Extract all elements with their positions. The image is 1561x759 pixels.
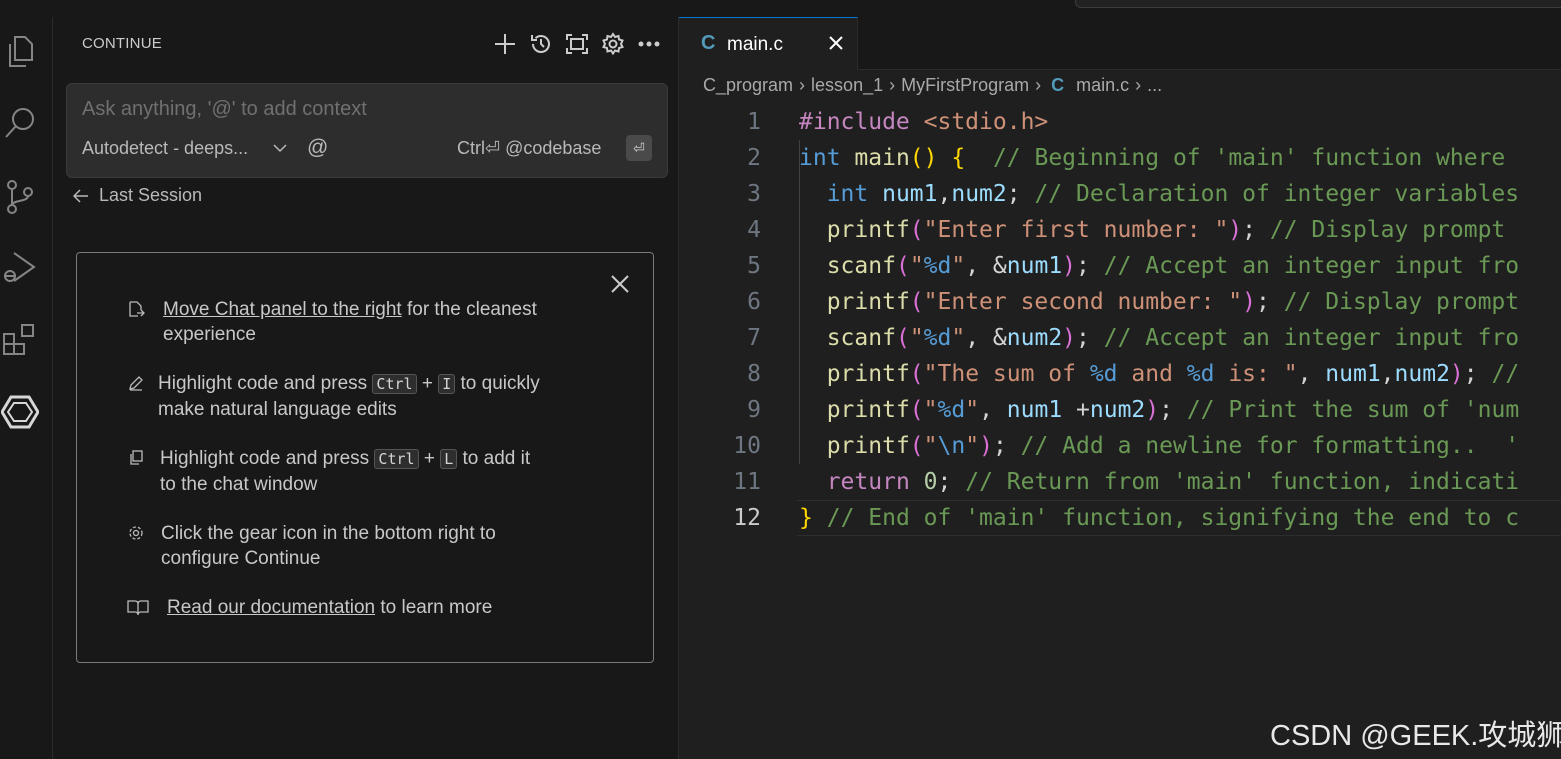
close-icon[interactable] (608, 272, 632, 296)
code-line[interactable]: 12 } // End of 'main' function, signifyin… (679, 500, 1561, 536)
breadcrumb-folder-lesson-1[interactable]: lesson_1 (811, 75, 883, 96)
ctrl-key: Ctrl (372, 374, 417, 394)
l-key: L (440, 449, 458, 469)
c-file-icon: C (1051, 75, 1065, 95)
run-debug-icon[interactable] (0, 247, 40, 287)
gear-icon (602, 32, 624, 56)
breadcrumb: C_program › lesson_1 › MyFirstProgram › … (703, 75, 1162, 96)
model-selector[interactable]: Autodetect - deeps... (82, 138, 248, 159)
code-text: scanf("%d", &num2); // Accept an integer… (826, 325, 1520, 351)
breadcrumb-file-main-c[interactable]: main.c (1076, 75, 1129, 96)
fullscreen-icon (566, 34, 588, 54)
c-file-icon: C (701, 32, 716, 54)
new-session-button[interactable] (487, 31, 523, 57)
code-line[interactable]: 9 printf("%d", num1 +num2); // Print the… (679, 392, 1561, 428)
code-text: printf("Enter first number: "); // Displ… (826, 217, 1506, 243)
command-center[interactable] (1075, 0, 1561, 8)
continue-icon[interactable] (0, 392, 40, 432)
breadcrumb-folder-c-program[interactable]: C_program (703, 75, 793, 96)
line-number: 10 (733, 433, 761, 459)
line-number: 3 (747, 181, 761, 207)
line-number: 7 (747, 325, 761, 351)
code-text: } // End of 'main' function, signifying … (799, 505, 1520, 531)
settings-button[interactable] (595, 31, 631, 57)
code-text: int num1,num2; // Declaration of integer… (826, 181, 1520, 207)
move-panel-link[interactable]: Move Chat panel to the right (163, 299, 402, 320)
chat-input-placeholder: Ask anything, '@' to add context (82, 98, 367, 120)
code-line[interactable]: 4 printf("Enter first number: "); // Dis… (679, 212, 1561, 248)
code-text: printf("The sum of %d and %d is: ", num1… (826, 361, 1520, 387)
history-button[interactable] (523, 31, 559, 57)
ctrl-key: Ctrl (374, 449, 419, 469)
more-actions-button[interactable] (631, 31, 667, 57)
documentation-link[interactable]: Read our documentation (167, 597, 375, 618)
activity-bar (0, 17, 53, 759)
history-icon (531, 35, 550, 53)
codebase-hint: Ctrl⏎ @codebase (457, 138, 602, 158)
source-control-icon[interactable] (0, 177, 40, 217)
code-line[interactable]: 2 int main() { // Beginning of 'main' fun… (679, 140, 1561, 176)
chevron-down-icon[interactable] (273, 143, 287, 153)
last-session-link[interactable]: Last Session (73, 185, 202, 206)
line-number: 11 (733, 469, 761, 495)
line-number: 4 (747, 217, 761, 243)
line-number: 1 (747, 109, 761, 135)
tab-main-c[interactable]: C main.c (679, 17, 858, 70)
i-key: I (438, 374, 456, 394)
fullscreen-button[interactable] (559, 31, 595, 57)
line-number: 9 (747, 397, 761, 423)
code-line[interactable]: 3 int num1,num2; // Declaration of integ… (679, 176, 1561, 212)
extensions-icon[interactable] (0, 320, 40, 360)
code-line[interactable]: 7 scanf("%d", &num2); // Accept an integ… (679, 320, 1561, 356)
last-session-label: Last Session (99, 185, 203, 205)
close-tab-icon[interactable] (827, 34, 845, 52)
editor-tabs: C main.c (679, 17, 1561, 70)
chevron-right-icon: › (889, 75, 896, 95)
tab-label: main.c (727, 34, 783, 55)
search-icon[interactable] (0, 103, 40, 143)
move-panel-icon (129, 301, 145, 317)
ellipsis-icon (638, 41, 660, 47)
chevron-right-icon: › (799, 75, 806, 95)
explorer-icon[interactable] (0, 32, 40, 72)
code-text: printf("\n"); // Add a newline for forma… (826, 433, 1520, 459)
code-text: scanf("%d", &num1); // Accept an integer… (826, 253, 1520, 279)
continue-panel: CONTINUE Ask anything, '@' to add contex… (53, 17, 679, 759)
line-number: 2 (747, 145, 761, 171)
title-bar (0, 0, 1561, 18)
code-text: return 0; // Return from 'main' function… (826, 469, 1520, 495)
submit-button[interactable]: ⏎ (626, 135, 652, 161)
chat-input[interactable]: Ask anything, '@' to add context Autodet… (66, 83, 668, 178)
code-text: #include <stdio.h> (799, 109, 1049, 135)
code-text: int main() { // Beginning of 'main' func… (799, 145, 1506, 171)
pencil-icon (129, 376, 143, 391)
code-line[interactable]: 11 return 0; // Return from 'main' funct… (679, 464, 1561, 500)
code-line[interactable]: 1 #include <stdio.h> (679, 104, 1561, 140)
panel-actions (487, 31, 667, 57)
editor-area: C main.c C_program › lesson_1 › MyFirstP… (679, 17, 1561, 759)
copy-icon (130, 450, 143, 465)
breadcrumb-folder-myfirstprogram[interactable]: MyFirstProgram (901, 75, 1029, 96)
line-number: 8 (747, 361, 761, 387)
line-number: 6 (747, 289, 761, 315)
plus-icon (495, 34, 515, 54)
code-line[interactable]: 6 printf("Enter second number: "); // Di… (679, 284, 1561, 320)
add-context-button[interactable]: @ (307, 136, 328, 160)
watermark: CSDN @GEEK.攻城狮 (1270, 720, 1561, 752)
panel-title: CONTINUE (82, 35, 162, 52)
breadcrumb-symbols[interactable]: ... (1147, 75, 1162, 96)
code-line[interactable]: 5 scanf("%d", &num1); // Accept an integ… (679, 248, 1561, 284)
arrow-left-icon (73, 188, 88, 203)
line-number: 12 (733, 505, 761, 531)
code-text: printf("Enter second number: "); // Disp… (826, 289, 1520, 315)
book-icon (127, 600, 149, 616)
chevron-right-icon: › (1135, 75, 1142, 95)
onboarding-tips-card: Move Chat panel to the right for the cle… (76, 252, 654, 663)
code-line[interactable]: 8 printf("The sum of %d and %d is: ", nu… (679, 356, 1561, 392)
code-line[interactable]: 10 printf("\n"); // Add a newline for fo… (679, 428, 1561, 464)
line-number: 5 (747, 253, 761, 279)
chevron-right-icon: › (1035, 75, 1042, 95)
gear-icon (129, 526, 143, 540)
code-text: printf("%d", num1 +num2); // Print the s… (826, 397, 1520, 423)
